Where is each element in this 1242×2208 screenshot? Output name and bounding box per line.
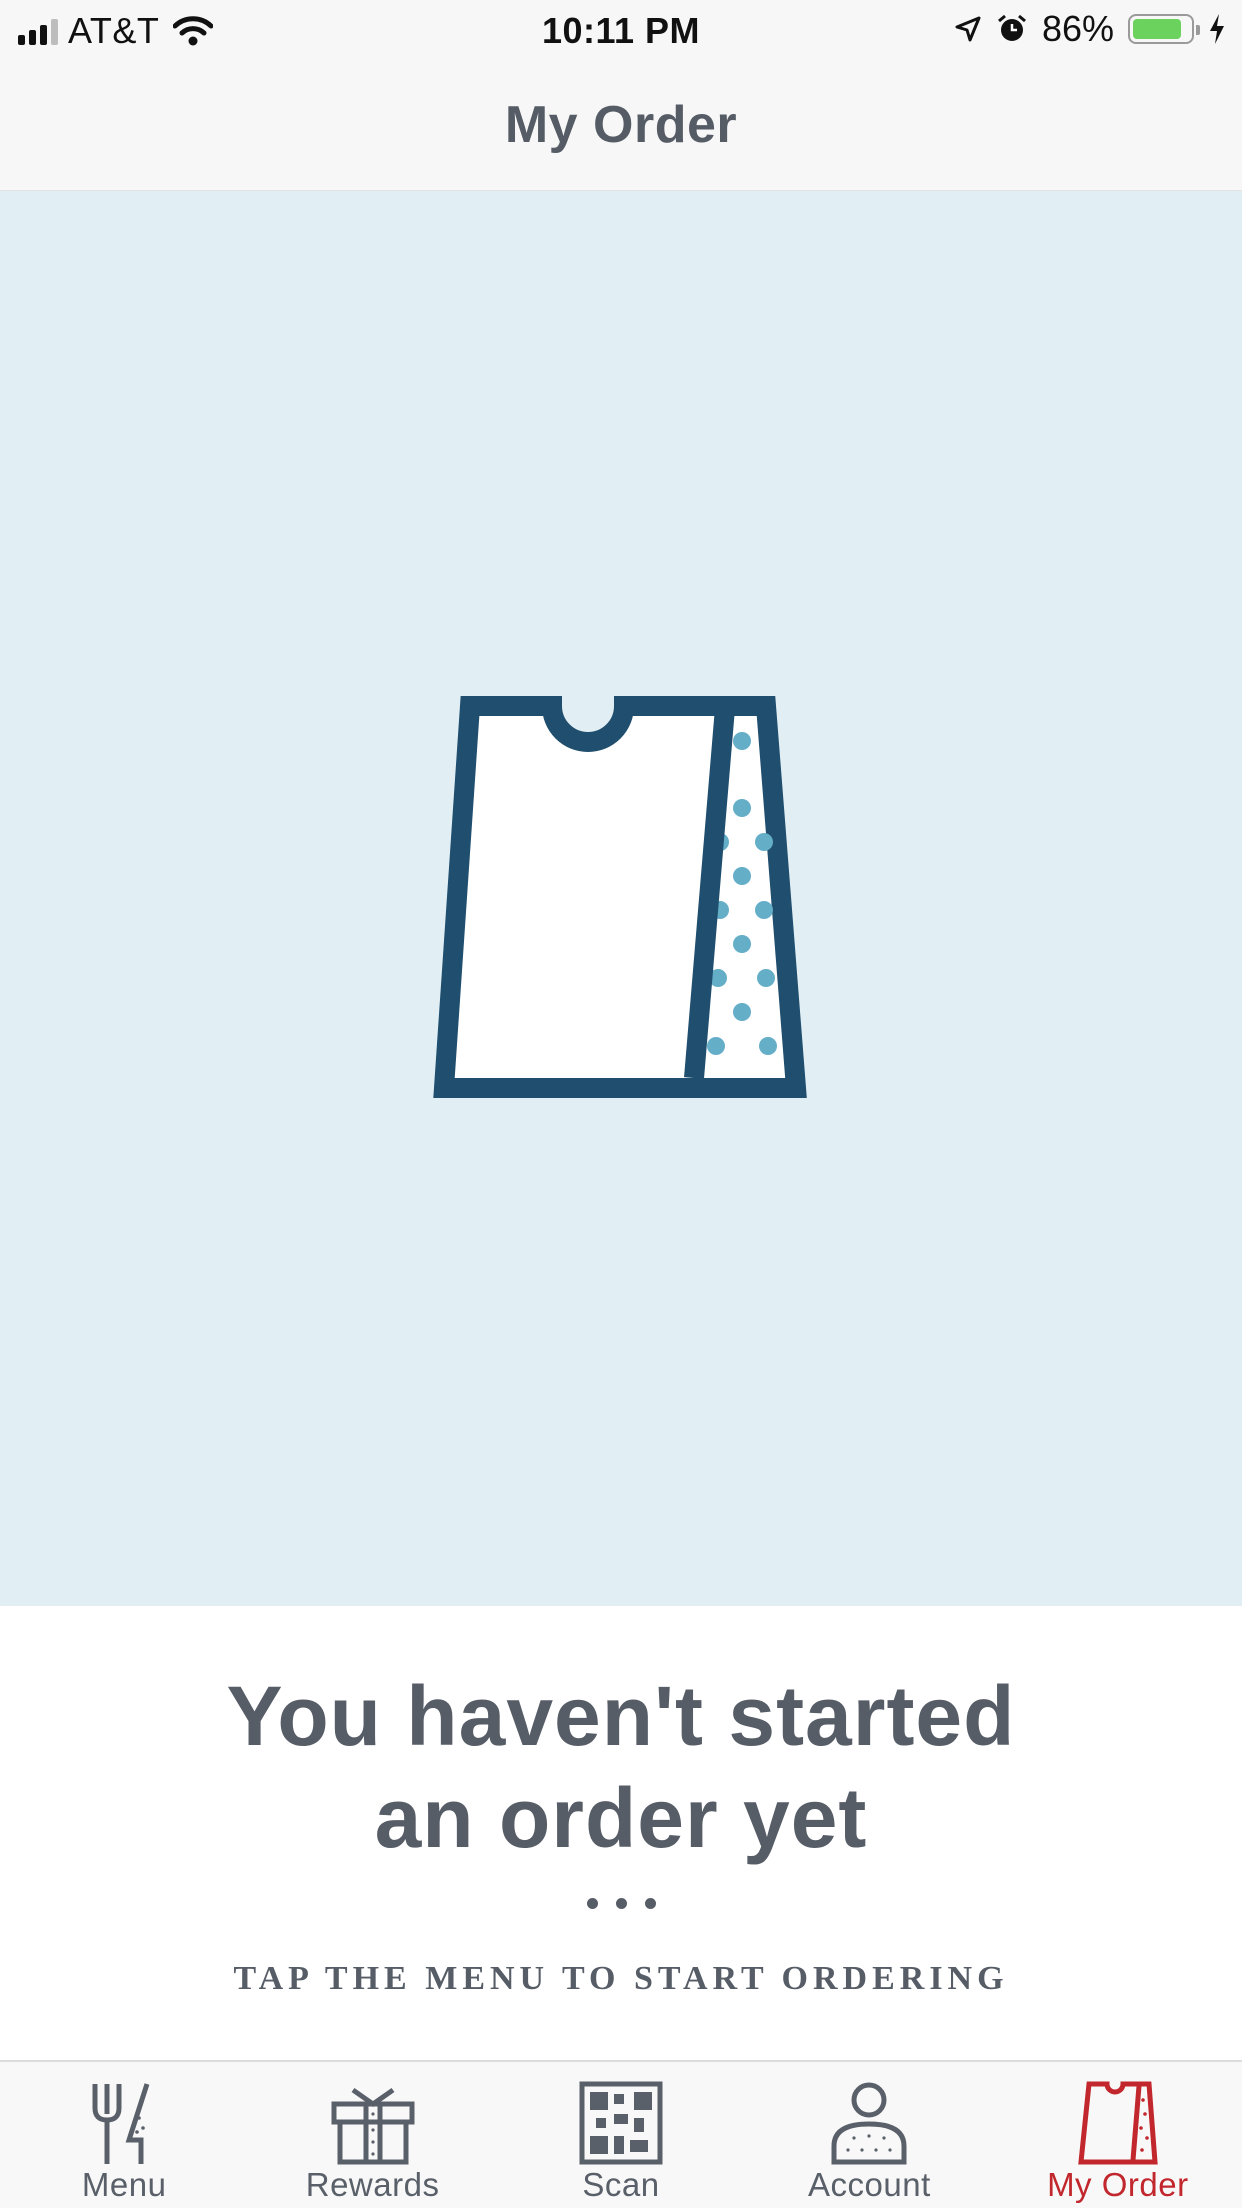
- hero-banner: [0, 191, 1242, 1606]
- tab-label: Account: [808, 2166, 931, 2203]
- fork-knife-icon: [92, 2083, 150, 2164]
- nav-bar: My Order: [0, 60, 1242, 191]
- tab-label: Rewards: [305, 2166, 440, 2203]
- gift-icon: [331, 2087, 415, 2165]
- empty-state-title-line2: an order yet: [374, 1771, 868, 1865]
- tab-account[interactable]: Account: [745, 2062, 993, 2208]
- tab-my-order[interactable]: My Order: [994, 2062, 1242, 2208]
- charging-icon: [1210, 14, 1224, 44]
- tab-rewards[interactable]: Rewards: [248, 2062, 496, 2208]
- bag-icon: [433, 696, 807, 1098]
- status-right: 86%: [954, 8, 1226, 50]
- ellipsis-divider: [0, 1898, 1242, 1909]
- tab-label: My Order: [1047, 2166, 1189, 2203]
- empty-state-subtitle: TAP THE MENU TO START ORDERING: [233, 1960, 1009, 1997]
- battery-fill: [1133, 19, 1182, 39]
- page-title: My Order: [504, 96, 738, 154]
- tab-scan[interactable]: Scan: [497, 2062, 745, 2208]
- tab-label: Menu: [81, 2166, 167, 2203]
- tab-label: Scan: [582, 2166, 660, 2203]
- location-icon: [955, 16, 981, 42]
- person-icon: [831, 2082, 907, 2165]
- alarm-icon: [997, 14, 1026, 41]
- empty-state-title-line1: You haven't started: [226, 1669, 1016, 1763]
- battery-icon: [1128, 14, 1200, 44]
- battery-percent: 86%: [1041, 8, 1114, 49]
- bag-icon: [1078, 2081, 1158, 2165]
- tab-menu[interactable]: Menu: [0, 2062, 248, 2208]
- qr-code-icon: [579, 2081, 663, 2165]
- status-bar: AT&T 10:11 PM 86%: [0, 0, 1242, 60]
- empty-state-title: You haven't started an order yet: [0, 1665, 1242, 1869]
- tab-bar: Menu Rewards Scan Account My Order: [0, 2060, 1242, 2208]
